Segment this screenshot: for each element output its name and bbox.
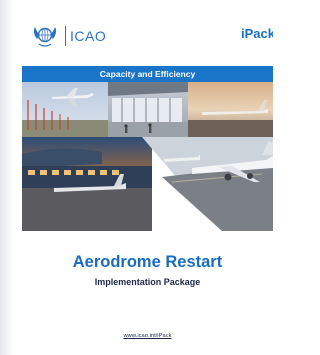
logo-divider: [65, 26, 66, 46]
runway-approach-photo: [22, 82, 108, 137]
category-band: Capacity and Efficiency: [22, 66, 273, 82]
icao-logo: ICAO: [30, 22, 106, 50]
aviation-photo-collage: [22, 82, 273, 231]
document-subtitle: Implementation Package: [94, 277, 201, 287]
ipack-url-link[interactable]: www.icao.int/iPack: [22, 333, 273, 339]
icao-logo-text: ICAO: [70, 28, 107, 44]
evening-terminal-photo: [22, 137, 152, 231]
ipack-series-tag: iPack: [241, 26, 273, 41]
airliner-taxiway-photo: [142, 137, 273, 231]
icao-emblem-icon: [33, 27, 57, 47]
document-cover: ICAO iPack Capacity and Efficiency Aerod…: [0, 0, 273, 355]
category-band-label: Capacity and Efficiency: [99, 69, 196, 79]
document-title: Aerodrome Restart: [72, 253, 223, 271]
terminal-interior-photo: [108, 82, 188, 137]
title-block: Aerodrome Restart Implementation Package: [22, 252, 273, 287]
sunset-tarmac-photo: [188, 82, 273, 137]
page-edge-shadow: [0, 0, 14, 355]
